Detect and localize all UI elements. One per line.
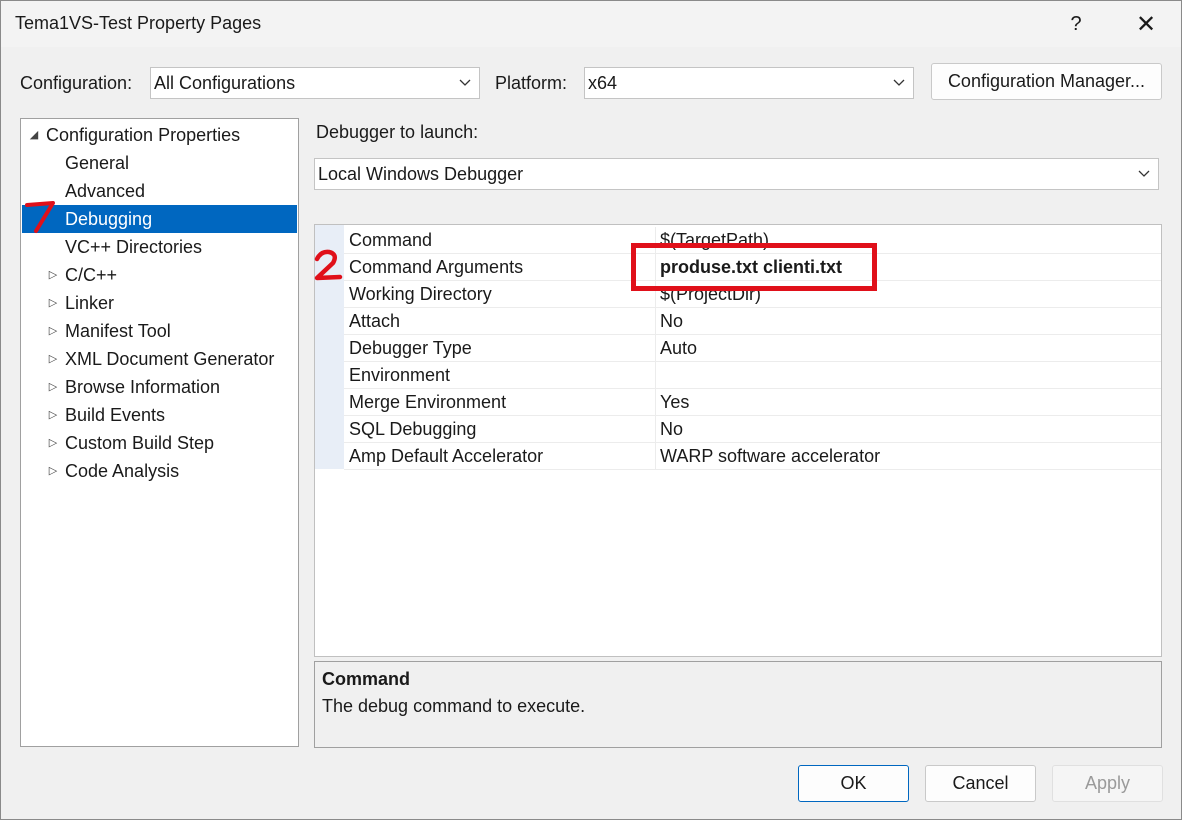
property-value[interactable]: No: [655, 308, 1166, 334]
tree-item-label: VC++ Directories: [65, 237, 203, 257]
configuration-label: Configuration:: [20, 73, 133, 93]
property-row[interactable]: Merge Environment Yes: [344, 389, 1161, 416]
tree-item-label: Advanced: [65, 181, 146, 201]
platform-dropdown[interactable]: x64: [584, 67, 914, 99]
property-name: Amp Default Accelerator: [349, 446, 544, 466]
tree-item[interactable]: ▷ Code Analysis: [21, 457, 298, 485]
expand-arrow-icon[interactable]: ▷: [46, 457, 60, 485]
property-row[interactable]: Environment: [344, 362, 1161, 389]
tree-item[interactable]: Debugging: [22, 205, 297, 233]
debugger-dropdown[interactable]: Local Windows Debugger: [314, 158, 1159, 190]
close-button[interactable]: ✕: [1111, 1, 1181, 47]
property-row[interactable]: Amp Default Accelerator WARP software acc…: [344, 443, 1161, 470]
expand-arrow-icon[interactable]: ▷: [46, 317, 60, 345]
tree-item-label: C/C++: [65, 265, 118, 285]
property-value[interactable]: Yes: [655, 389, 1166, 415]
property-name: Environment: [349, 365, 451, 385]
property-value[interactable]: Auto: [655, 335, 1166, 361]
tree-item-label: General: [65, 153, 130, 173]
tree-item[interactable]: ▷ Linker: [21, 289, 298, 317]
configuration-dropdown[interactable]: All Configurations: [150, 67, 480, 99]
tree-item[interactable]: ▷ Manifest Tool: [21, 317, 298, 345]
annotation-step-2: [314, 249, 343, 281]
tree-item-label: XML Document Generator: [65, 349, 275, 369]
description-title: Command: [322, 669, 411, 689]
tree-item[interactable]: ▷ XML Document Generator: [21, 345, 298, 373]
platform-label: Platform:: [495, 73, 568, 93]
tree-item[interactable]: General: [21, 149, 298, 177]
tree-item-label: Manifest Tool: [65, 321, 171, 341]
property-value[interactable]: WARP software accelerator: [655, 443, 1166, 469]
tree-item-label: Debugging: [65, 209, 153, 229]
tree-item[interactable]: ▷ Browse Information: [21, 373, 298, 401]
window-title: Tema1VS-Test Property Pages: [15, 13, 262, 33]
title-bar: Tema1VS-Test Property Pages ? ✕: [1, 1, 1181, 47]
ok-button[interactable]: OK: [798, 765, 909, 802]
tree-item[interactable]: ▷ Custom Build Step: [21, 429, 298, 457]
close-icon: ✕: [1135, 10, 1157, 38]
property-name: Working Directory: [349, 284, 492, 304]
tree-item[interactable]: VC++ Directories: [21, 233, 298, 261]
help-button[interactable]: ?: [1041, 1, 1111, 47]
expand-arrow-icon[interactable]: ▷: [46, 373, 60, 401]
tree-item-label: Code Analysis: [65, 461, 180, 481]
property-name: Command Arguments: [349, 257, 524, 277]
property-name: Command: [349, 230, 433, 250]
expand-arrow-icon[interactable]: ▷: [46, 429, 60, 457]
property-row[interactable]: Debugger Type Auto: [344, 335, 1161, 362]
chevron-down-icon: [459, 68, 471, 98]
description-panel: Command The debug command to execute.: [314, 661, 1162, 748]
tree-item[interactable]: ▷ C/C++: [21, 261, 298, 289]
property-pages-dialog: Tema1VS-Test Property Pages ? ✕ Configur…: [0, 0, 1182, 820]
chevron-down-icon: [893, 68, 905, 98]
expand-arrow-icon[interactable]: ▷: [46, 261, 60, 289]
property-value[interactable]: No: [655, 416, 1166, 442]
platform-value: x64: [588, 73, 618, 93]
tree-item[interactable]: ▷ Build Events: [21, 401, 298, 429]
annotation-highlight-box: [631, 243, 877, 291]
property-name: Attach: [349, 311, 401, 331]
expanded-triangle-icon[interactable]: ◢: [27, 121, 41, 149]
help-icon: ?: [1070, 12, 1082, 35]
expand-arrow-icon[interactable]: ▷: [46, 345, 60, 373]
tree-item-label: Linker: [65, 293, 115, 313]
cancel-button[interactable]: Cancel: [925, 765, 1036, 802]
property-row[interactable]: SQL Debugging No: [344, 416, 1161, 443]
property-row[interactable]: Attach No: [344, 308, 1161, 335]
tree-item-label: Custom Build Step: [65, 433, 215, 453]
property-value[interactable]: [655, 362, 1166, 388]
property-name: Debugger Type: [349, 338, 472, 358]
chevron-down-icon: [1138, 159, 1150, 189]
tree-root-label: Configuration Properties: [46, 125, 241, 145]
debugger-value: Local Windows Debugger: [318, 164, 524, 184]
tree-item-label: Build Events: [65, 405, 166, 425]
description-text: The debug command to execute.: [322, 696, 586, 716]
property-name: Merge Environment: [349, 392, 507, 412]
tree-root-configuration-properties[interactable]: ◢ Configuration Properties: [21, 121, 298, 149]
apply-button[interactable]: Apply: [1052, 765, 1163, 802]
debugger-launch-label: Debugger to launch:: [316, 122, 479, 142]
configuration-value: All Configurations: [154, 73, 296, 93]
expand-arrow-icon[interactable]: ▷: [46, 289, 60, 317]
annotation-step-1: [25, 201, 55, 233]
property-name: SQL Debugging: [349, 419, 477, 439]
expand-arrow-icon[interactable]: ▷: [46, 401, 60, 429]
configuration-manager-button[interactable]: Configuration Manager...: [931, 63, 1162, 100]
tree-item-label: Browse Information: [65, 377, 221, 397]
